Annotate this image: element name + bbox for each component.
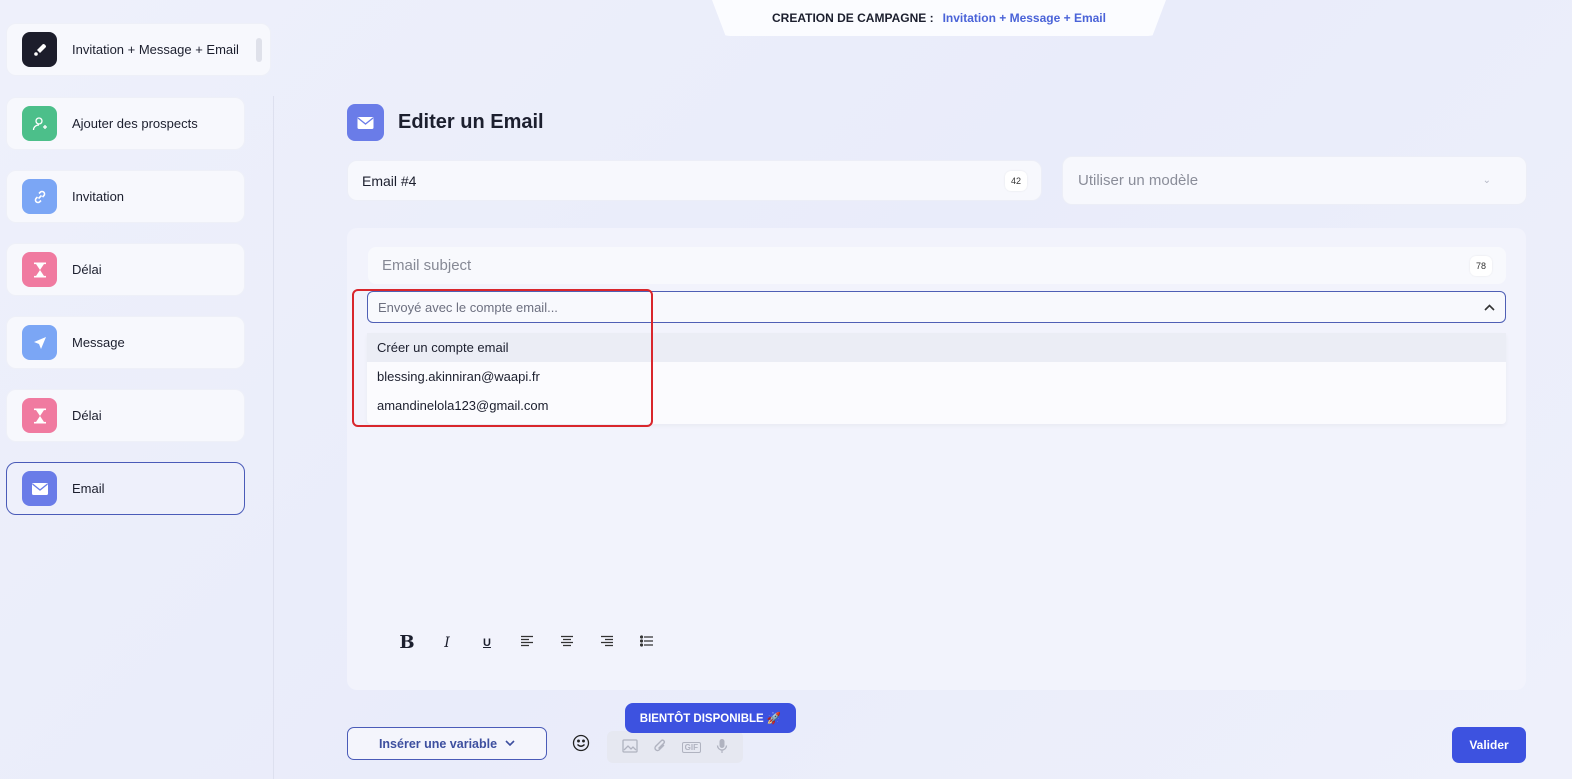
- sidebar-item-add-prospects[interactable]: Ajouter des prospects: [6, 97, 245, 150]
- format-toolbar: B I U: [387, 632, 667, 653]
- char-count-badge: 42: [1004, 170, 1027, 191]
- link-icon: [22, 179, 57, 214]
- subject-input[interactable]: Email subject 78: [368, 247, 1506, 284]
- template-select[interactable]: Utiliser un modèle ⌄: [1062, 156, 1527, 205]
- campaign-card[interactable]: Invitation + Message + Email: [6, 23, 271, 76]
- campaign-banner-name: Invitation + Message + Email: [942, 11, 1106, 25]
- campaign-banner: CREATION DE CAMPAGNE : Invitation + Mess…: [712, 0, 1166, 36]
- microphone-icon: [716, 738, 728, 757]
- campaign-card-label: Invitation + Message + Email: [72, 42, 239, 57]
- align-center-icon: [561, 635, 573, 646]
- sidebar-item-label: Message: [72, 335, 125, 350]
- attachment-icon: [653, 738, 667, 757]
- hourglass-icon: [22, 398, 57, 433]
- coming-soon-badge: BIENTÔT DISPONIBLE 🚀: [625, 703, 796, 733]
- sidebar-item-email[interactable]: Email: [6, 462, 245, 515]
- chevron-up-icon: [1484, 300, 1495, 314]
- align-left-button[interactable]: [507, 634, 547, 652]
- page-title: Editer un Email: [398, 111, 544, 133]
- mail-icon: [22, 471, 57, 506]
- emoji-button[interactable]: [572, 734, 590, 757]
- coming-soon-tools: GIF: [607, 731, 743, 763]
- sidebar-item-label: Email: [72, 481, 105, 496]
- align-left-icon: [521, 635, 533, 646]
- italic-button[interactable]: I: [427, 635, 467, 651]
- list-icon: [639, 634, 653, 647]
- send-icon: [22, 325, 57, 360]
- hourglass-icon: [22, 252, 57, 287]
- email-name-input[interactable]: Email #4 42: [347, 160, 1042, 201]
- scroll-handle[interactable]: [256, 38, 262, 62]
- campaign-banner-label: CREATION DE CAMPAGNE :: [772, 11, 934, 25]
- insert-variable-button[interactable]: Insérer une variable: [347, 727, 547, 760]
- email-name-value: Email #4: [362, 172, 417, 189]
- underline-button[interactable]: U: [467, 637, 507, 649]
- rocket-icon: [22, 32, 57, 67]
- sidebar: Invitation + Message + Email Ajouter des…: [0, 0, 274, 779]
- image-icon: [622, 738, 638, 756]
- subject-placeholder: Email subject: [382, 257, 472, 274]
- chevron-down-icon: ⌄: [1482, 175, 1491, 186]
- char-count-badge: 78: [1469, 255, 1492, 276]
- emoji-icon: [572, 734, 590, 752]
- page-header: Editer un Email: [347, 104, 544, 141]
- template-select-placeholder: Utiliser un modèle: [1078, 172, 1199, 189]
- validate-button[interactable]: Valider: [1452, 727, 1526, 763]
- insert-variable-label: Insérer une variable: [378, 736, 498, 751]
- sidebar-item-label: Invitation: [72, 189, 125, 204]
- sidebar-item-label: Ajouter des prospects: [72, 116, 198, 131]
- align-right-icon: [601, 635, 613, 646]
- gif-icon: GIF: [681, 741, 701, 753]
- sidebar-item-label: Délai: [72, 408, 102, 423]
- sidebar-divider: [273, 96, 274, 779]
- sidebar-item-delay-1[interactable]: Délai: [6, 243, 245, 296]
- sidebar-item-label: Délai: [72, 262, 102, 277]
- sidebar-item-message[interactable]: Message: [6, 316, 245, 369]
- align-center-button[interactable]: [547, 634, 587, 652]
- mail-icon: [347, 104, 384, 141]
- bullet-list-button[interactable]: [627, 634, 667, 652]
- sidebar-item-delay-2[interactable]: Délai: [6, 389, 245, 442]
- chevron-down-icon: [505, 738, 515, 749]
- align-right-button[interactable]: [587, 634, 627, 652]
- bold-button[interactable]: B: [387, 632, 427, 653]
- sidebar-item-invitation[interactable]: Invitation: [6, 170, 245, 223]
- highlight-annotation: [352, 289, 653, 427]
- add-user-icon: [22, 106, 57, 141]
